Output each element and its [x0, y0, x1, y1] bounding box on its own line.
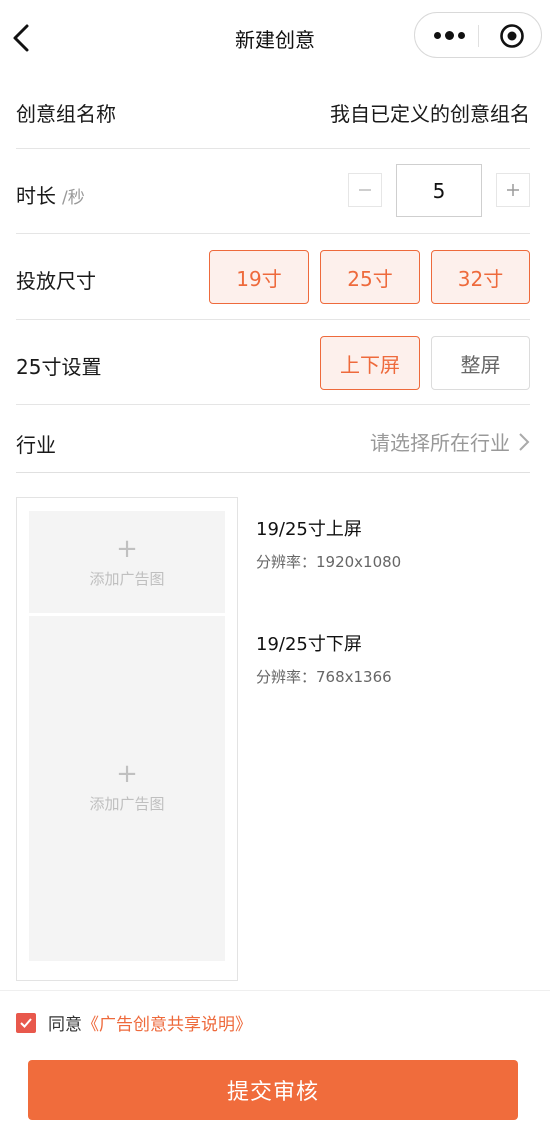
industry-placeholder: 请选择所在行业 [370, 431, 510, 455]
target-circle-icon[interactable] [499, 23, 525, 49]
size-option-25[interactable]: 25寸 [320, 250, 420, 304]
duration-increment-button[interactable] [496, 173, 530, 207]
group-name-label: 创意组名称 [16, 102, 116, 126]
upload-slot-top[interactable]: + 添加广告图 [29, 511, 225, 613]
setting-option-full[interactable]: 整屏 [431, 336, 530, 390]
spec-top-screen: 19/25寸上屏 分辨率：1920x1080 [256, 515, 401, 572]
industry-label: 行业 [16, 433, 56, 457]
footer-divider [0, 990, 550, 991]
upload-slot-top-label: 添加广告图 [89, 570, 165, 588]
duration-decrement-button[interactable] [348, 173, 382, 207]
plus-icon: + [116, 534, 138, 564]
nav-bar: 新建创意 [0, 0, 550, 76]
upload-slot-bottom-label: 添加广告图 [89, 795, 165, 813]
duration-row: 时长/秒 5 [16, 149, 530, 234]
group-name-input[interactable]: 我自已定义的创意组名 [330, 98, 530, 127]
duration-input[interactable]: 5 [396, 164, 482, 217]
setting-25-label: 25寸设置 [16, 355, 102, 379]
size-row: 投放尺寸 19寸 25寸 32寸 [16, 234, 530, 320]
plus-icon: + [116, 759, 138, 789]
industry-picker[interactable]: 请选择所在行业 [370, 427, 530, 456]
upload-slot-bottom[interactable]: + 添加广告图 [29, 616, 225, 961]
capsule-divider [478, 25, 479, 47]
agree-text: 同意 [48, 1015, 82, 1035]
submit-button[interactable]: 提交审核 [28, 1060, 518, 1120]
spec-top-title: 19/25寸上屏 [256, 519, 362, 540]
chevron-right-icon [519, 432, 530, 451]
spec-bottom-resolution: 分辨率：768x1366 [256, 668, 392, 686]
duration-unit: /秒 [62, 188, 85, 208]
plus-icon [507, 184, 519, 196]
minus-icon [359, 189, 371, 191]
agreement-row: 同意《广告创意共享说明》 [16, 1010, 252, 1035]
check-icon [20, 1017, 32, 1028]
size-label: 投放尺寸 [16, 269, 96, 293]
industry-row[interactable]: 行业 请选择所在行业 [16, 405, 530, 473]
group-name-row: 创意组名称 我自已定义的创意组名 [16, 70, 530, 149]
size-option-19[interactable]: 19寸 [209, 250, 309, 304]
setting-option-split[interactable]: 上下屏 [320, 336, 420, 390]
more-dots-icon[interactable] [429, 25, 469, 45]
duration-label: 时长/秒 [16, 184, 85, 208]
spec-bottom-screen: 19/25寸下屏 分辨率：768x1366 [256, 630, 392, 687]
spec-top-resolution: 分辨率：1920x1080 [256, 553, 402, 571]
mini-program-capsule [414, 12, 542, 58]
ad-image-frame: + 添加广告图 + 添加广告图 [16, 497, 238, 981]
size-option-32[interactable]: 32寸 [431, 250, 530, 304]
spec-bottom-title: 19/25寸下屏 [256, 634, 362, 655]
setting-25-row: 25寸设置 上下屏 整屏 [16, 320, 530, 405]
agreement-link[interactable]: 《广告创意共享说明》 [82, 1015, 252, 1035]
agree-checkbox[interactable] [16, 1012, 36, 1033]
